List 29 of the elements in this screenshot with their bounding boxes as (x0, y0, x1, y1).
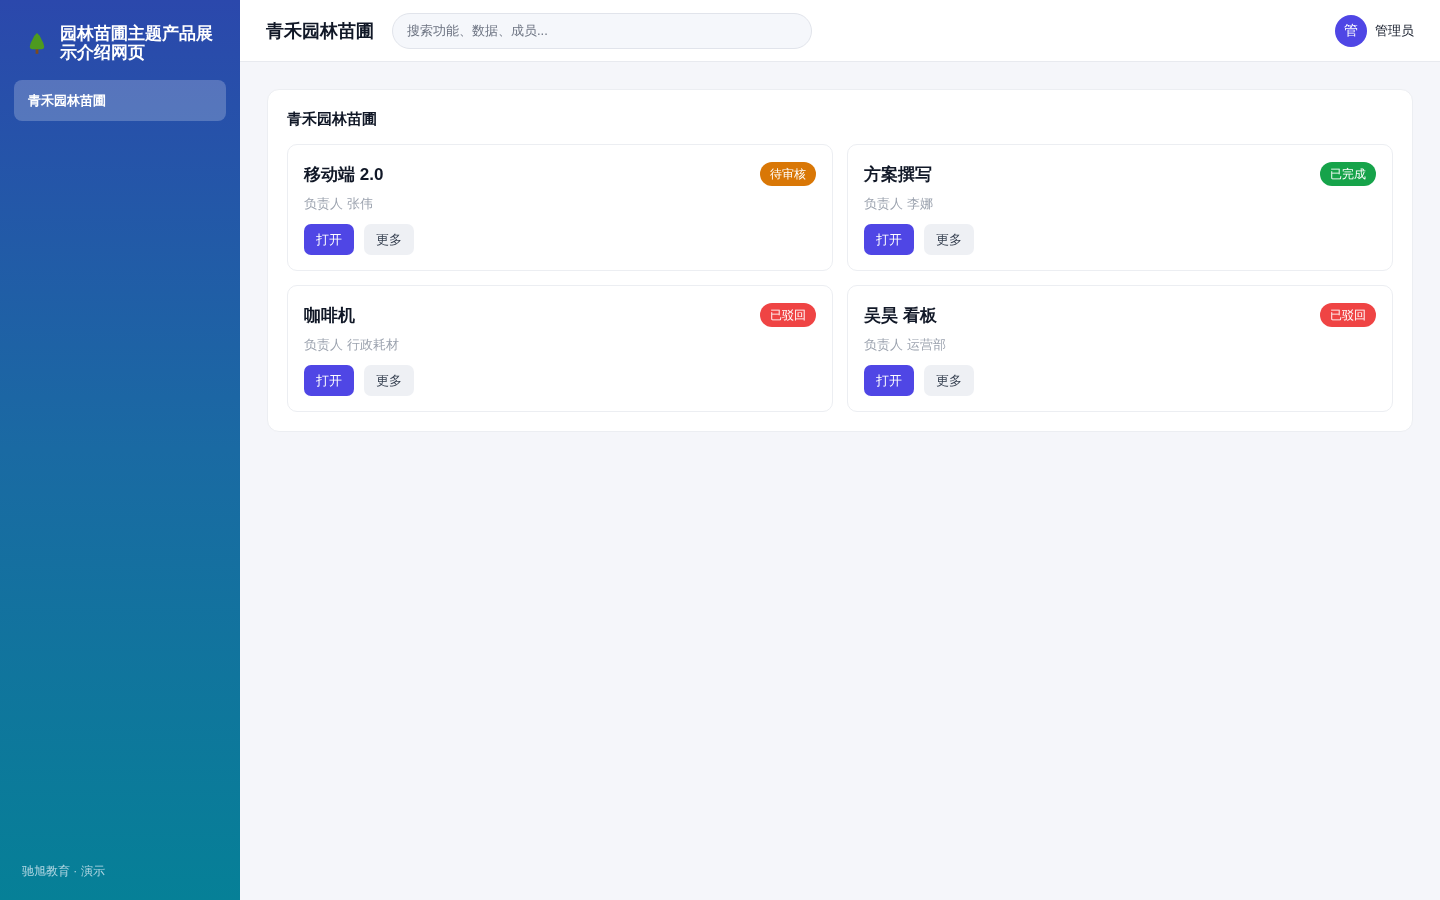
card-title: 吴昊 看板 (864, 304, 937, 327)
panel-title: 青禾园林苗圃 (287, 109, 378, 129)
user-name: 管理员 (1375, 21, 1414, 40)
open-button[interactable]: 打开 (304, 224, 354, 255)
open-button[interactable]: 打开 (864, 365, 914, 396)
owner-text: 负责人 李娜 (864, 195, 934, 213)
card-title: 方案撰写 (864, 163, 932, 186)
status-badge: 已完成 (1320, 162, 1376, 186)
status-badge: 待审核 (760, 162, 816, 186)
more-button[interactable]: 更多 (924, 365, 974, 396)
sidebar-item[interactable]: 青禾园林苗圃 (14, 80, 226, 121)
user-avatar[interactable]: 管 (1335, 14, 1367, 47)
more-button[interactable]: 更多 (364, 365, 414, 396)
owner-text: 负责人 行政耗材 (304, 336, 400, 354)
card-title: 咖啡机 (304, 304, 355, 327)
open-button[interactable]: 打开 (304, 365, 354, 396)
tree-icon (28, 32, 46, 54)
more-button[interactable]: 更多 (364, 224, 414, 255)
status-badge: 已驳回 (1320, 303, 1376, 327)
open-button[interactable]: 打开 (864, 224, 914, 255)
card-title: 移动端 2.0 (304, 163, 384, 186)
page-title: 青禾园林苗圃 (266, 19, 374, 43)
sidebar-footer-text: 驰旭教育 · 演示 (21, 863, 106, 880)
brand-title: 园林苗圃主题产品展示介绍网页 (60, 24, 214, 62)
status-badge: 已驳回 (760, 303, 816, 327)
owner-text: 负责人 张伟 (304, 195, 374, 213)
owner-text: 负责人 运营部 (864, 336, 947, 354)
more-button[interactable]: 更多 (924, 224, 974, 255)
search-field[interactable]: 搜索功能、数据、成员... (392, 12, 812, 49)
